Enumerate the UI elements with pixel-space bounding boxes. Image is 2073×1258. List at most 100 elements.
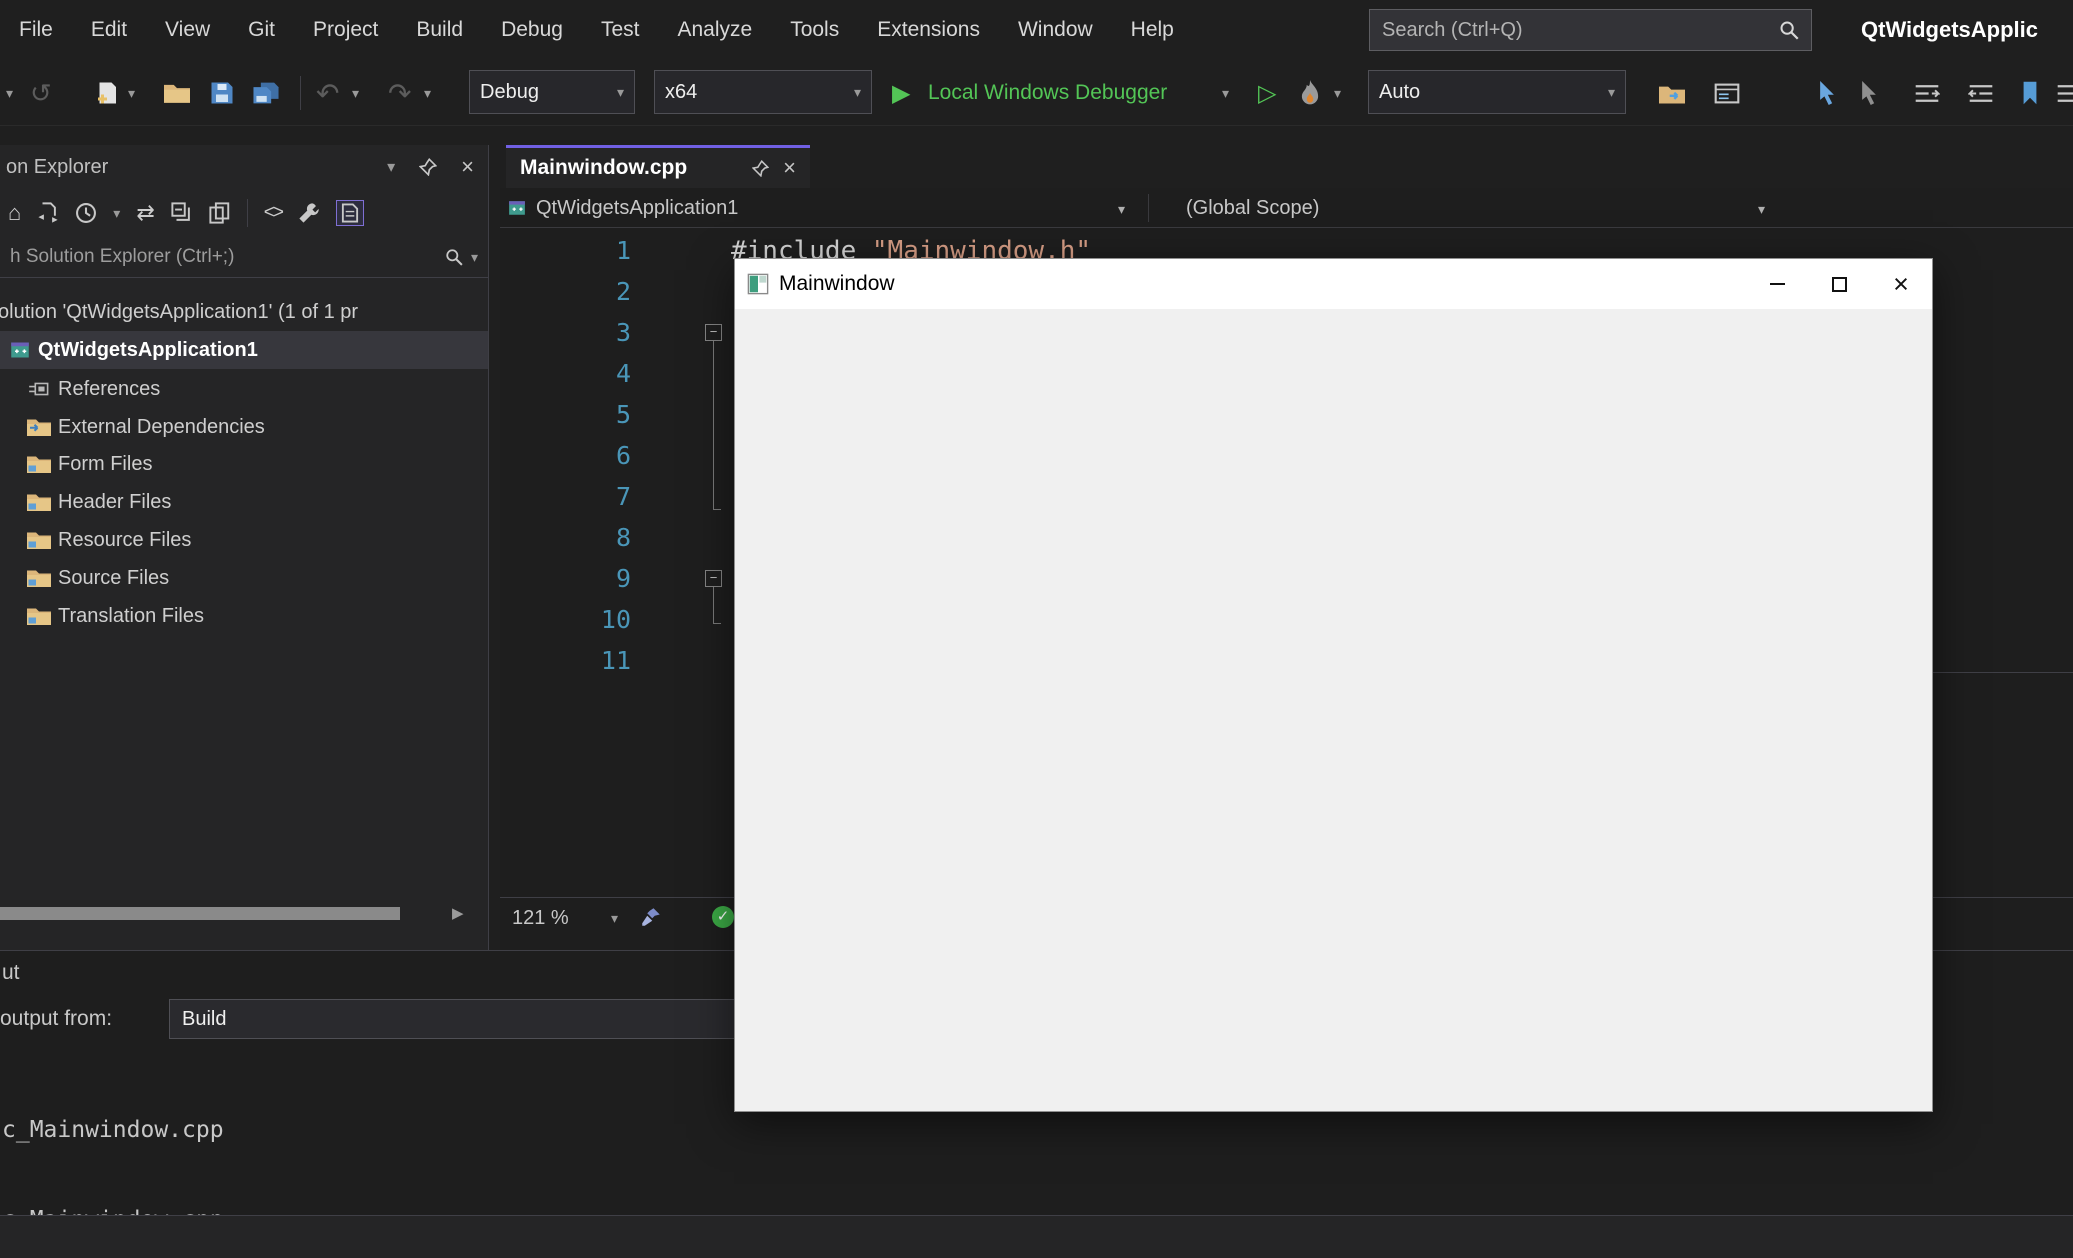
select-element-cursor-icon[interactable] [1818,60,1836,126]
nav-project-dropdown[interactable]: QtWidgetsApplication1 [508,188,738,228]
menu-item-help[interactable]: Help [1112,0,1193,60]
tree-item-external-dependencies[interactable]: External Dependencies [0,408,488,446]
fold-collapse-icon[interactable]: − [705,570,722,587]
line-number: 3 [500,318,631,347]
close-button[interactable]: × [1870,259,1932,309]
tree-item-translation-files[interactable]: Translation Files [0,597,488,635]
save-all-icon[interactable] [252,60,280,126]
standard-toolbar: ▾ ↺ ▾ ↶ ▾ ↷ ▾ Debug ▾ x64 ▾ ▶ Local Wind… [0,60,2073,126]
tree-item-references[interactable]: References [0,370,488,408]
redo-icon[interactable]: ↷ [388,60,411,126]
menu-item-tools[interactable]: Tools [771,0,858,60]
nav-scope-dropdown[interactable]: (Global Scope) [1186,188,1319,228]
scrollbar-right-arrow-icon[interactable]: ▶ [452,903,464,925]
qt-window-client-area[interactable] [735,309,1932,1111]
line-number: 5 [500,400,631,429]
select-element-alt-cursor-icon[interactable] [1860,60,1878,126]
properties-wrench-icon[interactable] [298,202,320,224]
hot-reload-mode-dropdown[interactable]: Auto ▾ [1368,70,1626,114]
start-debugging-play-icon[interactable]: ▶ [892,60,910,126]
start-without-debugging-icon[interactable]: ▷ [1258,60,1276,126]
fold-collapse-icon[interactable]: − [705,324,722,341]
menu-item-extensions[interactable]: Extensions [858,0,999,60]
show-all-files-icon[interactable] [209,202,231,224]
hot-reload-caret-icon[interactable]: ▾ [1334,60,1341,126]
solution-configuration-value: Debug [480,81,539,104]
quick-search-box[interactable]: Search (Ctrl+Q) [1369,9,1812,51]
tab-mainwindow-cpp[interactable]: Mainwindow.cpp × [506,145,810,188]
menu-item-file[interactable]: File [0,0,72,60]
line-outdent-icon[interactable] [1968,60,1994,126]
save-icon[interactable] [210,60,234,126]
menu-item-analyze[interactable]: Analyze [658,0,771,60]
code-cleanup-broom-icon[interactable] [641,906,661,928]
undo-caret-icon[interactable]: ▾ [352,60,359,126]
tree-item-label: External Dependencies [58,416,265,439]
start-debugging-label[interactable]: Local Windows Debugger [928,60,1167,126]
collapse-all-icon[interactable] [171,202,193,224]
menu-item-build[interactable]: Build [397,0,482,60]
window-position-chevron-icon[interactable]: ▾ [387,157,395,177]
search-options-caret-icon[interactable]: ▾ [471,249,478,266]
solution-explorer-search-input[interactable]: h Solution Explorer (Ctrl+;) ▾ [0,237,488,278]
solution-platform-dropdown[interactable]: x64 ▾ [654,70,872,114]
tree-item-solution[interactable]: olution 'QtWidgetsApplication1' (1 of 1 … [0,293,488,331]
tree-item-source-files[interactable]: Source Files [0,559,488,597]
toolbar-separator [247,199,248,227]
bookmark-icon[interactable] [2022,60,2038,126]
close-panel-icon[interactable]: × [461,154,474,180]
folder-icon [27,569,51,587]
zoom-dropdown[interactable]: 121 % ▾ [506,903,624,933]
solution-platform-value: x64 [665,81,697,104]
tree-item-header-files[interactable]: Header Files [0,483,488,521]
tree-item-project[interactable]: QtWidgetsApplication1 [0,331,488,369]
qt-app-window[interactable]: Mainwindow × [734,258,1933,1112]
new-item-icon[interactable] [95,60,119,126]
chevron-down-icon[interactable]: ▾ [1758,201,1765,218]
switch-views-icon[interactable]: ⇄ [136,200,154,226]
output-panel-title: ut [2,961,20,985]
solution-configuration-dropdown[interactable]: Debug ▾ [469,70,635,114]
line-indent-icon[interactable] [1914,60,1940,126]
pending-changes-clock-icon[interactable] [75,202,97,224]
menu-item-window[interactable]: Window [999,0,1112,60]
hot-reload-flame-icon[interactable] [1300,60,1320,126]
start-debugging-caret-icon[interactable]: ▾ [1222,60,1229,126]
sync-with-active-document-icon[interactable] [37,202,59,224]
chevron-down-icon[interactable]: ▾ [1118,201,1125,218]
nav-separator [1148,194,1149,222]
qt-window-title-bar[interactable]: Mainwindow × [735,259,1932,309]
redo-caret-icon[interactable]: ▾ [424,60,431,126]
menu-item-git[interactable]: Git [229,0,294,60]
scrollbar-thumb[interactable] [0,907,400,920]
home-icon[interactable]: ⌂ [8,200,21,226]
horizontal-scrollbar[interactable]: ▶ [0,903,488,925]
toolbar-overflow-icon[interactable]: ▾ [6,60,13,126]
tree-item-form-files[interactable]: Form Files [0,445,488,483]
menu-item-project[interactable]: Project [294,0,397,60]
new-item-caret-icon[interactable]: ▾ [128,60,135,126]
menu-item-test[interactable]: Test [582,0,659,60]
undo-icon[interactable]: ↶ [316,60,339,126]
menu-item-edit[interactable]: Edit [72,0,146,60]
qt-window-title: Mainwindow [779,272,1746,296]
tree-item-resource-files[interactable]: Resource Files [0,521,488,559]
document-health-check-icon[interactable]: ✓ [712,906,734,928]
clipped-toolbar-icon[interactable] [2056,60,2073,126]
menu-item-view[interactable]: View [146,0,229,60]
pin-panel-icon[interactable] [419,158,437,176]
pin-tab-icon[interactable] [752,160,769,177]
preview-selected-items-icon[interactable] [336,200,364,226]
pending-changes-caret-icon[interactable]: ▾ [113,205,120,222]
pane-splitter[interactable] [1933,672,2073,673]
maximize-button[interactable] [1808,259,1870,309]
menu-item-debug[interactable]: Debug [482,0,582,60]
code-filter-icon[interactable]: <> [264,202,282,224]
open-folder-icon[interactable] [164,60,190,126]
preview-window-icon[interactable] [1714,60,1740,126]
navigate-backward-icon[interactable]: ↺ [30,60,52,126]
minimize-button[interactable] [1746,259,1808,309]
folder-export-icon[interactable] [1659,60,1685,126]
output-source-dropdown[interactable]: Build [169,999,769,1039]
close-tab-icon[interactable]: × [783,157,796,179]
